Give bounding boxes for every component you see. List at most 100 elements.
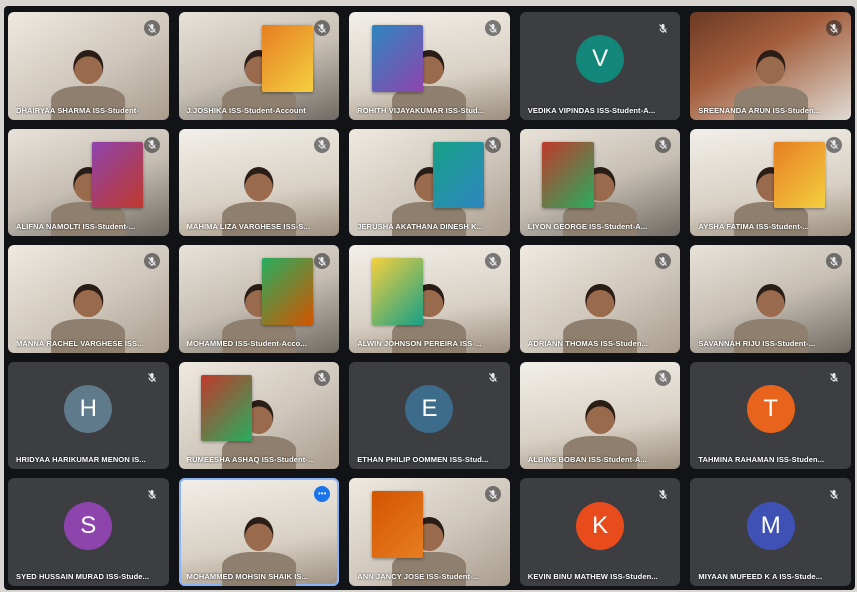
participant-name: SYED HUSSAIN MURAD ISS-Stude... xyxy=(16,571,150,581)
book-image xyxy=(542,141,594,209)
participant-name: SAVANNAH RIJU ISS-Student-... xyxy=(698,338,816,348)
participant-tile[interactable]: ••• MOHAMMED MOHSIN SHAIK IS... xyxy=(178,478,340,586)
participant-name: ALBINS BOBAN ISS-Student-A... xyxy=(527,455,647,465)
participant-name: MOHAMMED MOHSIN SHAIK IS... xyxy=(186,571,309,581)
participant-avatar: M xyxy=(746,501,795,550)
mic-off-icon xyxy=(655,20,671,36)
participant-tile[interactable]: MAHIMA LIZA VARGHESE ISS-S... xyxy=(178,128,340,237)
mic-off-icon xyxy=(314,20,331,36)
speaking-indicator-icon: ••• xyxy=(314,486,331,503)
participant-name: MANNA RACHEL VARGHESE ISS... xyxy=(16,338,144,348)
participant-tile[interactable]: JERUSHA AKATHANA DINESH K... xyxy=(349,128,510,237)
book-image xyxy=(371,24,424,92)
participant-tile[interactable]: M MIYAAN MUFEED K A ISS-Stude... xyxy=(690,478,851,586)
participant-tile[interactable]: DHAIRYAA SHARMA ISS-Student- xyxy=(8,12,169,120)
participant-name: RUMEESHA ASHAQ ISS-Student-... xyxy=(186,455,315,465)
participant-name: AYSHA FATIMA ISS-Student-... xyxy=(698,222,809,232)
participant-head xyxy=(585,283,615,318)
participant-head xyxy=(755,50,786,85)
book-image xyxy=(262,258,314,325)
mic-off-icon xyxy=(314,253,331,270)
participant-tile[interactable]: T TAHMINA RAHAMAN ISS-Studen... xyxy=(690,361,851,470)
participant-tile[interactable]: ALBINS BOBAN ISS-Student-A... xyxy=(519,361,681,470)
participant-name: ANN JANCY JOSE ISS-Student-... xyxy=(357,571,480,581)
participant-head xyxy=(585,400,615,435)
participant-head xyxy=(755,283,786,318)
mic-off-icon xyxy=(485,370,501,386)
participant-tile[interactable]: ANN JANCY JOSE ISS-Student-... xyxy=(349,478,510,586)
participant-name: VEDIKA VIPINDAS ISS-Student-A... xyxy=(527,105,656,115)
participant-name: TAHMINA RAHAMAN ISS-Studen... xyxy=(698,455,825,465)
participant-tile[interactable]: ALWIN JOHNSON PEREIRA ISS-... xyxy=(349,245,510,353)
participant-name: ALWIN JOHNSON PEREIRA ISS-... xyxy=(357,338,482,348)
participant-tile[interactable]: S SYED HUSSAIN MURAD ISS-Stude... xyxy=(8,478,169,586)
mic-off-icon xyxy=(826,136,842,153)
participant-tile[interactable]: RUMEESHA ASHAQ ISS-Student-... xyxy=(178,361,340,470)
participant-tile[interactable]: ROHITH VIJAYAKUMAR ISS-Stud... xyxy=(349,12,510,120)
participant-head xyxy=(244,516,274,551)
participant-name: MOHAMMED ISS-Student-Acco... xyxy=(186,338,307,348)
book-image xyxy=(91,141,143,209)
participant-tile[interactable]: MANNA RACHEL VARGHESE ISS... xyxy=(8,245,169,353)
mic-off-icon xyxy=(826,370,842,386)
participant-name: HRIDYAA HARIKUMAR MENON IS... xyxy=(16,455,146,465)
participant-tile[interactable]: LIYON GEORGE ISS-Student-A... xyxy=(519,128,681,237)
participant-grid: DHAIRYAA SHARMA ISS-Student- J.JOSHIKA IS… xyxy=(8,12,851,586)
participant-name: ROHITH VIJAYAKUMAR ISS-Stud... xyxy=(357,105,485,115)
book-image xyxy=(201,374,253,442)
participant-tile[interactable]: MOHAMMED ISS-Student-Acco... xyxy=(178,245,340,353)
mic-off-icon xyxy=(826,486,842,502)
mic-off-icon xyxy=(143,20,160,36)
participant-avatar: S xyxy=(64,501,113,550)
participant-avatar: T xyxy=(746,385,795,434)
participant-avatar: E xyxy=(405,385,454,434)
mic-off-icon xyxy=(655,253,672,270)
participant-tile[interactable]: H HRIDYAA HARIKUMAR MENON IS... xyxy=(8,361,169,470)
mic-off-icon xyxy=(655,486,671,502)
mic-off-icon xyxy=(144,370,160,386)
participant-name: SREENANDA ARUN ISS-Studen... xyxy=(698,105,821,115)
participant-tile[interactable]: ADRIANN THOMAS ISS-Studen... xyxy=(519,245,681,353)
book-image xyxy=(371,491,424,558)
participant-tile[interactable]: SREENANDA ARUN ISS-Studen... xyxy=(690,12,851,120)
participant-tile[interactable]: E ETHAN PHILIP OOMMEN ISS-Stud... xyxy=(349,361,510,470)
participant-avatar: K xyxy=(576,501,625,550)
book-image xyxy=(432,141,485,209)
mic-off-icon xyxy=(144,486,160,502)
participant-head xyxy=(244,166,274,201)
participant-tile[interactable]: ALIFNA NAMOLTI ISS-Student-... xyxy=(8,128,169,237)
mic-off-icon xyxy=(655,136,672,153)
book-image xyxy=(262,24,314,92)
mic-off-icon xyxy=(484,253,501,270)
mic-off-icon xyxy=(826,253,842,270)
participant-tile[interactable]: V VEDIKA VIPINDAS ISS-Student-A... xyxy=(519,12,681,120)
mic-off-icon xyxy=(314,369,331,386)
participant-name: ADRIANN THOMAS ISS-Studen... xyxy=(527,338,649,348)
participant-name: J.JOSHIKA ISS-Student-Account xyxy=(186,105,306,115)
participant-name: ETHAN PHILIP OOMMEN ISS-Stud... xyxy=(357,455,489,465)
participant-tile[interactable]: K KEVIN BINU MATHEW ISS-Studen... xyxy=(519,478,681,586)
meeting-screen: DHAIRYAA SHARMA ISS-Student- J.JOSHIKA IS… xyxy=(4,6,855,590)
participant-name: MIYAAN MUFEED K A ISS-Stude... xyxy=(698,571,823,581)
participant-tile[interactable]: AYSHA FATIMA ISS-Student-... xyxy=(690,128,851,237)
mic-off-icon xyxy=(484,20,501,36)
participant-name: ALIFNA NAMOLTI ISS-Student-... xyxy=(16,222,136,232)
mic-off-icon xyxy=(826,20,842,36)
book-image xyxy=(371,258,424,325)
book-image xyxy=(773,141,826,209)
participant-name: DHAIRYAA SHARMA ISS-Student- xyxy=(16,105,139,115)
mic-off-icon xyxy=(143,136,160,153)
participant-head xyxy=(73,50,104,85)
participant-name: LIYON GEORGE ISS-Student-A... xyxy=(527,222,648,232)
mic-off-icon xyxy=(484,486,501,503)
participant-avatar: H xyxy=(64,385,113,434)
mic-off-icon xyxy=(484,136,501,153)
participant-name: JERUSHA AKATHANA DINESH K... xyxy=(357,222,484,232)
participant-head xyxy=(73,283,104,318)
participant-tile[interactable]: SAVANNAH RIJU ISS-Student-... xyxy=(690,245,851,353)
participant-name: MAHIMA LIZA VARGHESE ISS-S... xyxy=(186,222,311,232)
participant-avatar: V xyxy=(576,35,625,84)
participant-tile[interactable]: J.JOSHIKA ISS-Student-Account xyxy=(178,12,340,120)
mic-off-icon xyxy=(143,253,160,270)
mic-off-icon xyxy=(314,136,331,153)
